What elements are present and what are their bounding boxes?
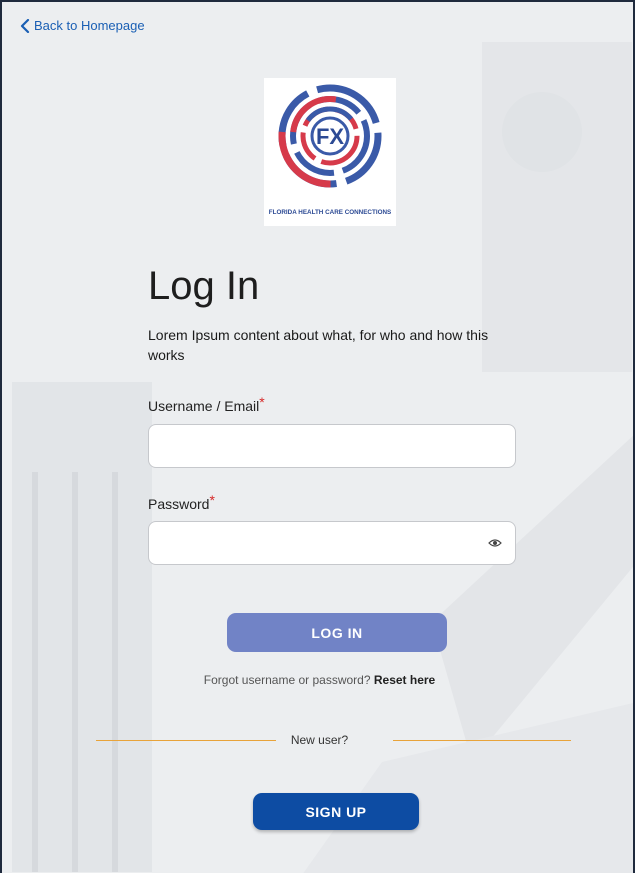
forgot-text: Forgot username or password?: [203, 673, 371, 687]
back-to-homepage-link[interactable]: Back to Homepage: [20, 18, 145, 33]
page-description: Lorem Ipsum content about what, for who …: [148, 327, 489, 363]
divider-right: [393, 740, 571, 741]
signup-button[interactable]: SIGN UP: [253, 793, 419, 830]
password-label-text: Password: [148, 496, 210, 512]
eye-icon[interactable]: [488, 538, 502, 548]
logo-monogram: FX: [316, 124, 344, 149]
fhcc-logo: FX FLORIDA HEALTH CARE CONNECTIONS: [264, 78, 396, 226]
login-button[interactable]: LOG IN: [227, 613, 447, 652]
required-marker: *: [209, 492, 215, 508]
logo-caption: FLORIDA HEALTH CARE CONNECTIONS: [269, 209, 391, 216]
page-title: Log In: [148, 264, 260, 308]
username-label-text: Username / Email: [148, 398, 260, 414]
back-link-label: Back to Homepage: [34, 18, 145, 33]
username-label: Username / Email*: [148, 394, 265, 414]
reset-here-link[interactable]: Reset here: [374, 673, 435, 687]
login-page: Back to Homepage FX FLORIDA HEALTH CARE …: [0, 0, 635, 873]
password-label: Password*: [148, 492, 215, 512]
password-field[interactable]: [148, 521, 516, 565]
required-marker: *: [259, 394, 265, 410]
chevron-left-icon: [20, 18, 30, 33]
username-email-field[interactable]: [148, 424, 516, 468]
forgot-credentials: Forgot username or password? Reset here: [2, 673, 633, 687]
